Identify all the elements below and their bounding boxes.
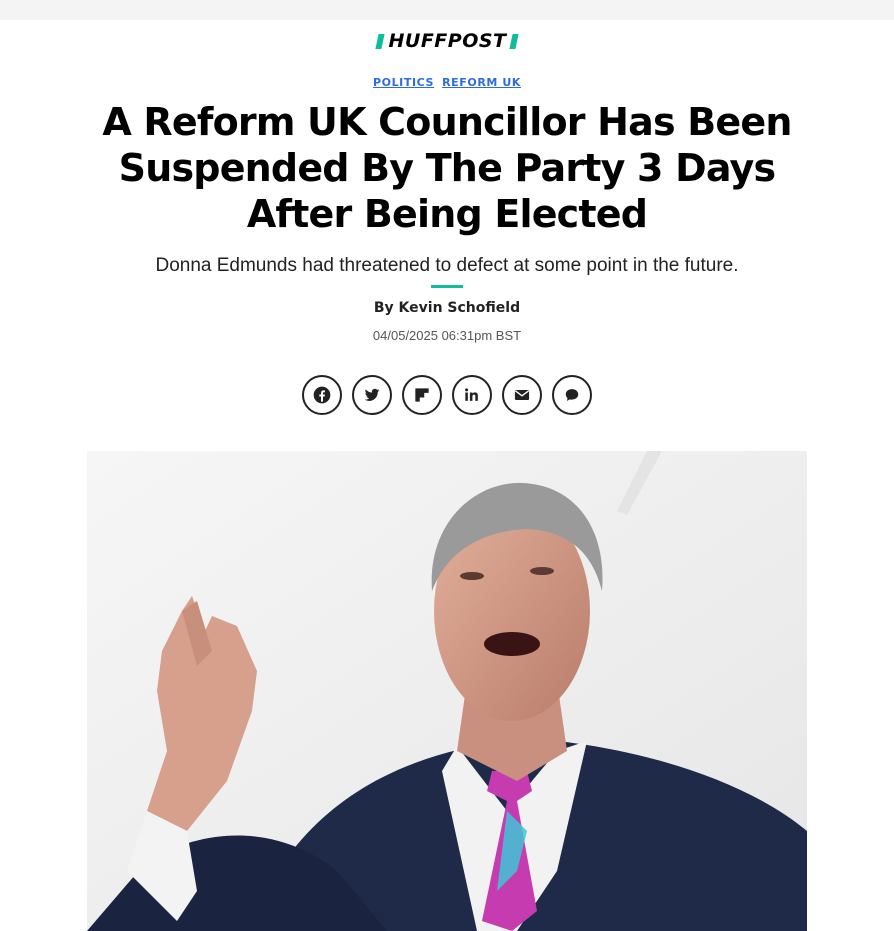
article-date: 04/05/2025 06:31pm BST <box>372 328 522 343</box>
email-icon <box>514 390 530 400</box>
tag-reform-uk[interactable]: REFORM UK <box>442 76 521 89</box>
top-bar <box>0 0 894 20</box>
article-dek: Donna Edmunds had threatened to defect a… <box>155 255 739 276</box>
huffpost-logo[interactable]: HUFFPOST <box>375 30 519 52</box>
logo-left-bar <box>375 33 386 49</box>
section-tags: POLITICS REFORM UK <box>0 76 894 89</box>
logo-right-bar <box>508 33 519 49</box>
share-flipboard-button[interactable] <box>402 375 442 415</box>
share-bar <box>0 375 894 415</box>
site-header: HUFFPOST <box>0 20 894 60</box>
share-email-button[interactable] <box>502 375 542 415</box>
facebook-icon <box>313 386 331 404</box>
tag-politics[interactable]: POLITICS <box>373 76 434 89</box>
article-headline: A Reform UK Councillor Has Been Suspende… <box>102 100 792 236</box>
share-twitter-button[interactable] <box>352 375 392 415</box>
linkedin-icon <box>465 388 478 401</box>
share-facebook-button[interactable] <box>302 375 342 415</box>
share-linkedin-button[interactable] <box>452 375 492 415</box>
logo-wordmark: HUFFPOST <box>388 30 507 52</box>
hero-image <box>87 451 807 931</box>
flipboard-icon <box>415 388 429 402</box>
article-byline: By Kevin Schofield <box>373 300 521 316</box>
comment-icon <box>565 389 579 401</box>
accent-divider <box>431 285 463 288</box>
hero-photo-illustration <box>87 451 807 931</box>
twitter-icon <box>364 388 380 401</box>
share-comment-button[interactable] <box>552 375 592 415</box>
